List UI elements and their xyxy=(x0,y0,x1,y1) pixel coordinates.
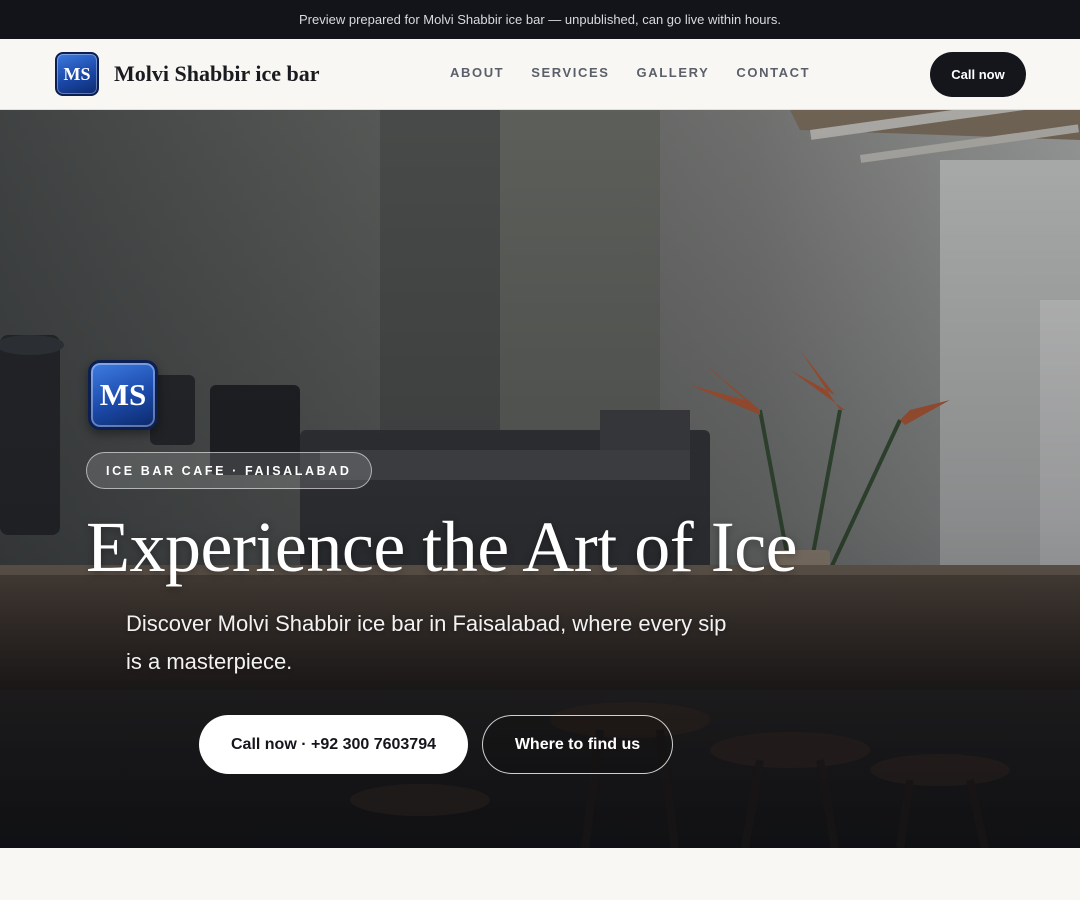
main-nav: ABOUT SERVICES GALLERY CONTACT xyxy=(450,65,810,80)
hero-logo-icon: MS xyxy=(88,360,158,430)
next-section xyxy=(0,848,1080,900)
brand-logo-icon[interactable]: MS xyxy=(55,52,99,96)
nav-link-contact[interactable]: CONTACT xyxy=(736,65,810,80)
preview-banner: Preview prepared for Molvi Shabbir ice b… xyxy=(0,0,1080,39)
nav-call-button[interactable]: Call now xyxy=(930,52,1026,97)
nav-link-about[interactable]: ABOUT xyxy=(450,65,504,80)
hero-call-button[interactable]: Call now · +92 300 7603794 xyxy=(199,715,468,774)
hero-directions-button[interactable]: Where to find us xyxy=(482,715,673,774)
brand-name[interactable]: Molvi Shabbir ice bar xyxy=(114,61,320,87)
preview-banner-text: Preview prepared for Molvi Shabbir ice b… xyxy=(299,12,781,27)
nav-link-services[interactable]: SERVICES xyxy=(531,65,609,80)
hero-title: Experience the Art of Ice xyxy=(86,507,798,587)
nav-link-gallery[interactable]: GALLERY xyxy=(637,65,710,80)
hero-section: MS ICE BAR CAFE · FAISALABAD Experience … xyxy=(0,110,1080,848)
hero-tagline-badge: ICE BAR CAFE · FAISALABAD xyxy=(86,452,372,489)
site-navbar: MS Molvi Shabbir ice bar ABOUT SERVICES … xyxy=(0,39,1080,110)
hero-subtitle: Discover Molvi Shabbir ice bar in Faisal… xyxy=(126,611,727,674)
